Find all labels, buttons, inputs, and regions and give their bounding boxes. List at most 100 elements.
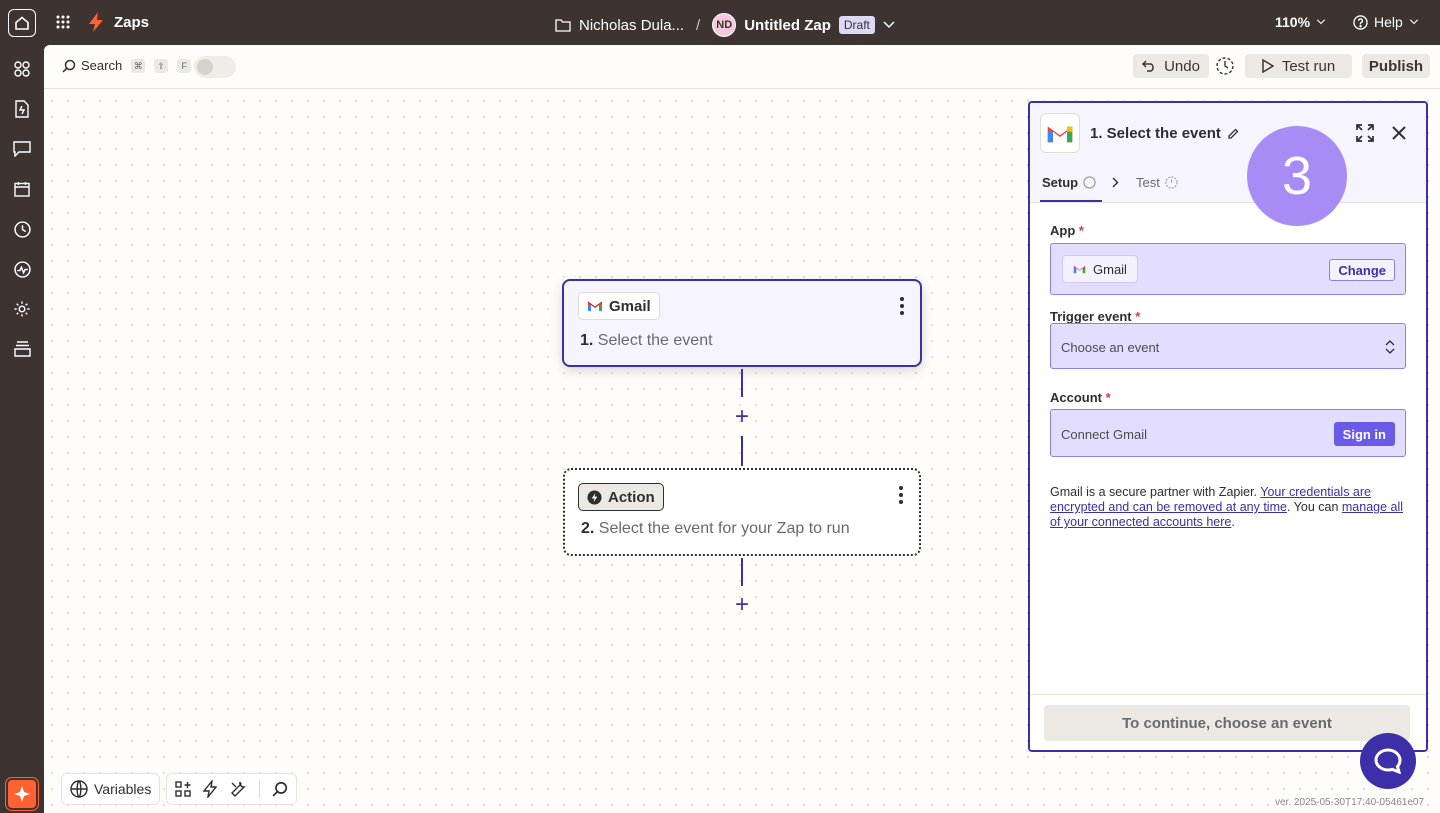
step-description: 2. Select the event for your Zap to run (581, 520, 850, 538)
add-apps-icon[interactable] (175, 781, 192, 797)
layers-icon[interactable] (12, 339, 32, 359)
help-label: Help (1374, 14, 1403, 30)
account-field-label: Account * (1050, 390, 1111, 405)
canvas-bottom-toolbar: Variables (61, 773, 298, 805)
step-text: Select the event for your Zap to run (598, 520, 850, 537)
settings-gear-icon[interactable] (12, 299, 32, 319)
undo-label: Undo (1164, 57, 1200, 75)
account-placeholder: Connect Gmail (1061, 427, 1147, 442)
connector-line (741, 558, 743, 586)
undo-icon (1142, 60, 1154, 72)
variables-button[interactable]: Variables (61, 773, 161, 805)
shortcut-key: ⇧ (154, 58, 169, 73)
note-text: . You can (1286, 500, 1342, 514)
security-note: Gmail is a secure partner with Zapier. Y… (1050, 485, 1410, 530)
canvas-tools-group (166, 773, 298, 805)
version-history-icon (1216, 57, 1234, 75)
selected-app-name: Gmail (1093, 261, 1127, 277)
avatar[interactable]: ND (712, 13, 737, 37)
help-icon (1353, 14, 1368, 30)
panel-title[interactable]: 1. Select the event (1090, 125, 1239, 142)
history-icon[interactable] (12, 219, 32, 239)
copilot-spark-button[interactable] (6, 778, 38, 810)
shortcut-key: ⌘ (131, 58, 146, 73)
zap-title[interactable]: Untitled Zap (744, 17, 831, 34)
test-run-label: Test run (1281, 57, 1336, 75)
change-app-button[interactable]: Change (1329, 259, 1395, 281)
chevron-down-icon[interactable] (883, 21, 895, 29)
sign-in-button[interactable]: Sign in (1333, 422, 1395, 446)
tools-icon[interactable] (229, 780, 247, 798)
canvas-toggle[interactable] (194, 56, 236, 78)
action-chip: Action (578, 483, 664, 511)
chat-icon[interactable] (12, 139, 32, 159)
action-step-card[interactable]: Action 2. Select the event for your Zap … (563, 468, 921, 556)
app-chip: Gmail (578, 292, 660, 320)
version-history-button[interactable] (1213, 54, 1237, 78)
step-editor-panel: 1. Select the event Setup Test App * Gma… (1028, 101, 1428, 752)
apps-grid-icon[interactable] (55, 14, 71, 35)
breadcrumb: Nicholas Dula... / ND Untitled Zap Draft (555, 13, 895, 37)
home-button[interactable] (8, 9, 36, 37)
panel-title-text: 1. Select the event (1090, 125, 1221, 142)
more-menu-icon[interactable] (900, 297, 904, 318)
selected-app-pill: Gmail (1062, 255, 1138, 283)
required-marker: * (1135, 309, 1141, 324)
trigger-field-label: Trigger event * (1050, 309, 1140, 324)
select-arrows-icon (1385, 340, 1395, 354)
chevron-down-icon (1409, 19, 1418, 25)
apps-icon[interactable] (12, 59, 32, 79)
action-label: Action (608, 488, 655, 506)
left-rail (0, 45, 44, 813)
step-text: Select the event (597, 332, 713, 349)
chevron-down-icon (1316, 19, 1326, 25)
more-menu-icon[interactable] (899, 486, 903, 507)
zoom-level: 110% (1275, 14, 1311, 30)
gmail-icon (587, 301, 603, 311)
support-chat-button[interactable] (1360, 733, 1416, 789)
trigger-event-select[interactable]: Choose an event (1050, 323, 1406, 369)
top-bar: Zaps Nicholas Dula... / ND Untitled Zap … (0, 0, 1440, 45)
shortcut-key: F (177, 58, 192, 73)
sparkle-icon (14, 786, 30, 802)
trigger-event-placeholder: Choose an event (1061, 340, 1160, 355)
account-field[interactable]: Connect Gmail Sign in (1050, 409, 1406, 457)
connector-line (741, 369, 743, 397)
required-marker: * (1105, 390, 1111, 405)
calendar-icon[interactable] (12, 179, 32, 199)
search-icon[interactable] (272, 781, 288, 797)
chevron-right-icon (1112, 177, 1119, 188)
zaps-link[interactable]: Zaps (114, 14, 149, 31)
play-icon (1262, 59, 1274, 73)
chat-bubble-icon (1374, 748, 1402, 774)
continue-button[interactable]: To continue, choose an event (1044, 705, 1410, 741)
undo-button[interactable]: Undo (1133, 54, 1209, 78)
tab-setup[interactable]: Setup (1040, 175, 1103, 202)
publish-button[interactable]: Publish (1362, 54, 1430, 78)
canvas-toolbar: Search ⌘ ⇧ F Undo Test run Publish (44, 45, 1440, 89)
test-status-icon (1165, 176, 1178, 189)
close-icon[interactable] (1392, 126, 1406, 145)
expand-icon[interactable] (1356, 124, 1374, 147)
zap-file-icon[interactable] (12, 99, 32, 119)
gmail-app-icon (1040, 113, 1080, 153)
add-step-button[interactable]: + (732, 593, 752, 617)
zoom-dropdown[interactable]: 110% (1275, 14, 1326, 30)
tab-test[interactable]: Test (1136, 175, 1178, 190)
pencil-icon[interactable] (1227, 128, 1239, 140)
test-run-button[interactable]: Test run (1245, 54, 1352, 78)
help-dropdown[interactable]: Help (1353, 14, 1419, 30)
app-field[interactable]: Gmail Change (1050, 243, 1406, 295)
status-circle-icon (1083, 176, 1096, 189)
lightning-icon[interactable] (203, 780, 218, 798)
add-step-button[interactable]: + (732, 405, 752, 429)
panel-header: 1. Select the event (1030, 103, 1426, 163)
status-badge: Draft (838, 16, 875, 34)
gmail-icon (1047, 126, 1073, 142)
folder-name[interactable]: Nicholas Dula... (579, 17, 684, 34)
search-icon (62, 59, 76, 73)
activity-icon[interactable] (12, 259, 32, 279)
search-button[interactable]: Search ⌘ ⇧ F (62, 58, 192, 73)
trigger-step-card[interactable]: Gmail 1. Select the event (562, 279, 922, 367)
trigger-label-text: Trigger event (1050, 309, 1132, 324)
